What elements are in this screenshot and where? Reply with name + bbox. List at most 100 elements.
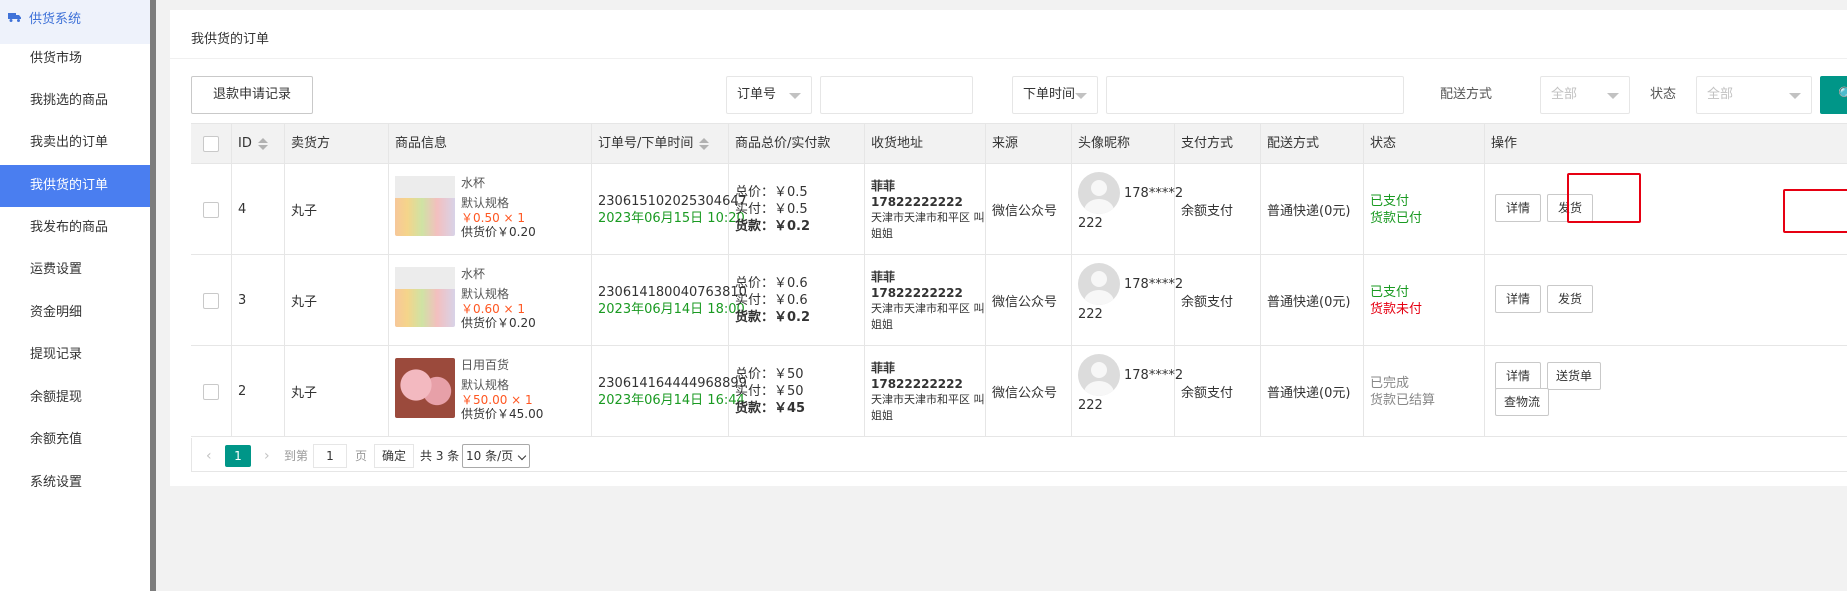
product-thumbnail[interactable] [395,267,455,327]
order-no-select-value: 订单号 [737,87,777,102]
current-page[interactable]: 1 [225,445,251,467]
address-cell: 菲菲 17822222222 天津市天津市和平区 叫姐姐 [865,346,986,437]
header-payment: 支付方式 [1175,124,1261,164]
receiver-name-phone: 菲菲 17822222222 [871,178,963,209]
order-no-input[interactable] [820,76,973,114]
sidebar-item-label: 供货市场 [30,51,83,66]
order-time-select-value: 下单时间 [1023,87,1076,102]
detail-button[interactable]: 详情 [1495,362,1541,390]
delivery-label: 配送方式 [1440,87,1493,102]
avatar [1078,263,1120,305]
product-cell: 水杯 默认规格 ￥0.60 × 1 供货价￥0.20 [389,255,592,346]
sidebar-item-label: 我卖出的订单 [30,135,109,150]
order-id: 3 [238,293,247,308]
settlement-status: 货款已付 [1370,210,1423,226]
caret-down-icon [1607,93,1619,99]
next-page-icon[interactable]: › [264,445,270,467]
goods-payment: 货款：￥0.2 [735,310,811,325]
avatar-cell: 178****2 222 [1072,346,1183,437]
track-logistics-button[interactable]: 查物流 [1495,388,1549,416]
product-thumbnail[interactable] [395,176,455,236]
order-time-input[interactable] [1106,76,1404,114]
address-line: 姐姐 [871,408,893,422]
sidebar-scrollbar[interactable] [150,0,156,591]
order-id: 2 [238,384,247,399]
sort-icon[interactable] [699,137,710,150]
page-size-select[interactable]: 10 条/页 [462,444,530,468]
sidebar-item-system-settings[interactable]: 系统设置 [0,458,150,508]
order-time-select[interactable]: 下单时间 [1012,76,1098,114]
ship-button-highlight-box [1783,189,1847,233]
sidebar-item-label: 提现记录 [30,347,83,362]
row-checkbox[interactable] [203,201,219,218]
payment-method: 余额支付 [1181,204,1234,219]
row-select-cell [191,255,232,346]
header-seller: 卖货方 [285,124,389,164]
order-number: 230614164444968899 [598,375,747,391]
sidebar-item-sold-orders[interactable]: 我卖出的订单 [0,118,150,168]
select-all-checkbox[interactable] [203,136,219,152]
receiver-name-phone: 菲菲 17822222222 [871,360,963,391]
table-row: 2 丸子 日用百货 默认规格 ￥50.00 × 1 供货价￥45.00 2306141644… [191,346,1847,437]
header-label: 头像昵称 [1078,136,1131,151]
status-select[interactable]: 全部 [1696,76,1812,114]
payment-method: 余额支付 [1181,386,1234,401]
prev-page-icon[interactable]: ‹ [206,445,212,467]
sort-icon[interactable] [257,137,268,150]
order-time: 2023年06月14日 18:00 [598,301,745,317]
header-order-no[interactable]: 订单号/下单时间 [592,124,729,164]
header-label: 状态 [1370,136,1397,151]
order-time: 2023年06月15日 10:20 [598,210,745,226]
sidebar-item-label: 余额提现 [30,390,83,405]
goto-page-input[interactable]: 1 [313,444,347,468]
total-price: 总价：￥0.5 [735,185,808,200]
status-label: 状态 [1650,87,1677,102]
refund-records-button[interactable]: 退款申请记录 [191,76,313,114]
detail-button[interactable]: 详情 [1495,194,1541,222]
receiver-name-phone: 菲菲 17822222222 [871,269,963,300]
id-cell: 2 [232,346,285,437]
detail-button[interactable]: 详情 [1495,285,1541,313]
header-label: ID [238,136,252,151]
row-checkbox[interactable] [203,383,219,400]
source-cell: 微信公众号 [986,255,1072,346]
delivery-select[interactable]: 全部 [1540,76,1630,114]
paid-amount: 实付：￥50 [735,384,804,399]
paid-amount: 实付：￥0.6 [735,293,808,308]
product-thumbnail[interactable] [395,358,455,418]
header-delivery: 配送方式 [1261,124,1364,164]
payment-method: 余额支付 [1181,295,1234,310]
table-row: 3 丸子 水杯 默认规格 ￥0.60 × 1 供货价￥0.20 23061418004076… [191,255,1847,346]
address-line: 天津市天津市和平区 叫 [871,301,985,315]
order-no-select[interactable]: 订单号 [726,76,812,114]
sidebar-item-label: 系统设置 [30,475,83,490]
price-cell: 总价：￥50 实付：￥50 货款：￥45 [729,346,865,437]
goto-confirm-button[interactable]: 确定 [374,444,414,468]
product-supply-price: 供货价￥0.20 [461,225,536,239]
order-no-cell: 230615102025304647 2023年06月15日 10:20 [592,164,747,255]
nickname-continued: 222 [1078,398,1103,413]
order-id: 4 [238,202,247,217]
search-button[interactable]: 🔍 [1820,76,1847,114]
payment-status: 已完成 [1370,375,1410,391]
header-label: 商品总价/实付款 [735,136,831,151]
avatar-cell: 178****2 222 [1072,255,1183,346]
product-cell: 日用百货 默认规格 ￥50.00 × 1 供货价￥45.00 [389,346,592,437]
header-label: 支付方式 [1181,136,1234,151]
row-checkbox[interactable] [203,292,219,309]
delivery-note-button[interactable]: 送货单 [1547,362,1601,390]
chevron-down-icon [517,451,527,461]
address-line: 天津市天津市和平区 叫 [871,392,985,406]
delivery-method: 普通快递(0元) [1267,295,1351,310]
caret-down-icon [789,93,801,99]
header-label: 配送方式 [1267,136,1320,151]
product-supply-price: 供货价￥0.20 [461,316,536,330]
header-id[interactable]: ID [232,124,285,164]
status-highlight-box [1567,173,1641,223]
sidebar-item-label: 我发布的商品 [30,220,109,235]
row-select-cell [191,346,232,437]
header-status: 状态 [1364,124,1485,164]
total-price: 总价：￥50 [735,367,804,382]
sidebar-item-supplied-orders[interactable]: 我供货的订单 [0,165,150,207]
ship-button[interactable]: 发货 [1547,285,1593,313]
